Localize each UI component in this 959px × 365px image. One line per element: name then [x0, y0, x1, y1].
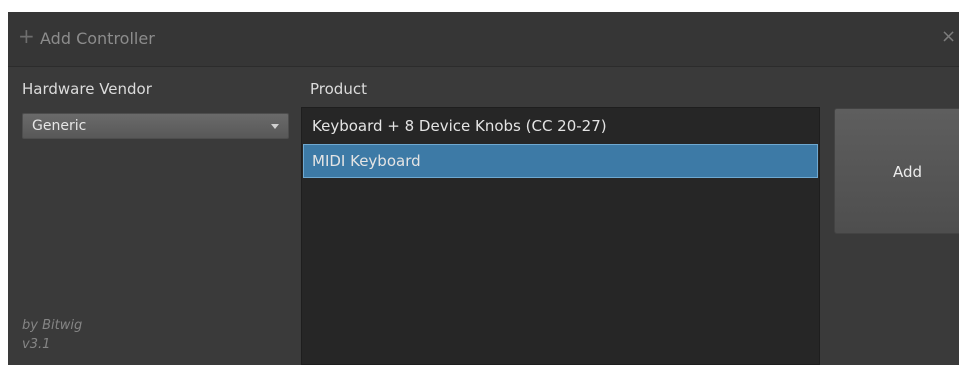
product-label: Product — [310, 80, 367, 98]
add-controller-dialog: + Add Controller × Hardware Vendor Gener… — [8, 12, 959, 365]
dialog-titlebar: + Add Controller × — [8, 12, 959, 67]
dialog-title: Add Controller — [40, 29, 155, 48]
hardware-vendor-value: Generic — [32, 118, 87, 134]
product-list-item-selected[interactable]: MIDI Keyboard — [303, 144, 818, 178]
close-icon[interactable]: × — [941, 28, 956, 46]
product-list[interactable]: Keyboard + 8 Device Knobs (CC 20-27) MID… — [301, 107, 820, 365]
product-item-label: Keyboard + 8 Device Knobs (CC 20-27) — [312, 117, 607, 135]
hardware-vendor-dropdown[interactable]: Generic — [22, 113, 289, 139]
author-credit: by Bitwig — [22, 318, 83, 333]
add-button-label: Add — [893, 163, 923, 181]
product-list-item[interactable]: Keyboard + 8 Device Knobs (CC 20-27) — [303, 109, 818, 143]
add-button[interactable]: Add — [834, 108, 959, 234]
hardware-vendor-label: Hardware Vendor — [22, 80, 152, 98]
plus-icon: + — [18, 24, 35, 48]
product-item-label: MIDI Keyboard — [312, 152, 421, 170]
version-label: v3.1 — [22, 337, 51, 352]
chevron-down-icon — [271, 124, 279, 129]
